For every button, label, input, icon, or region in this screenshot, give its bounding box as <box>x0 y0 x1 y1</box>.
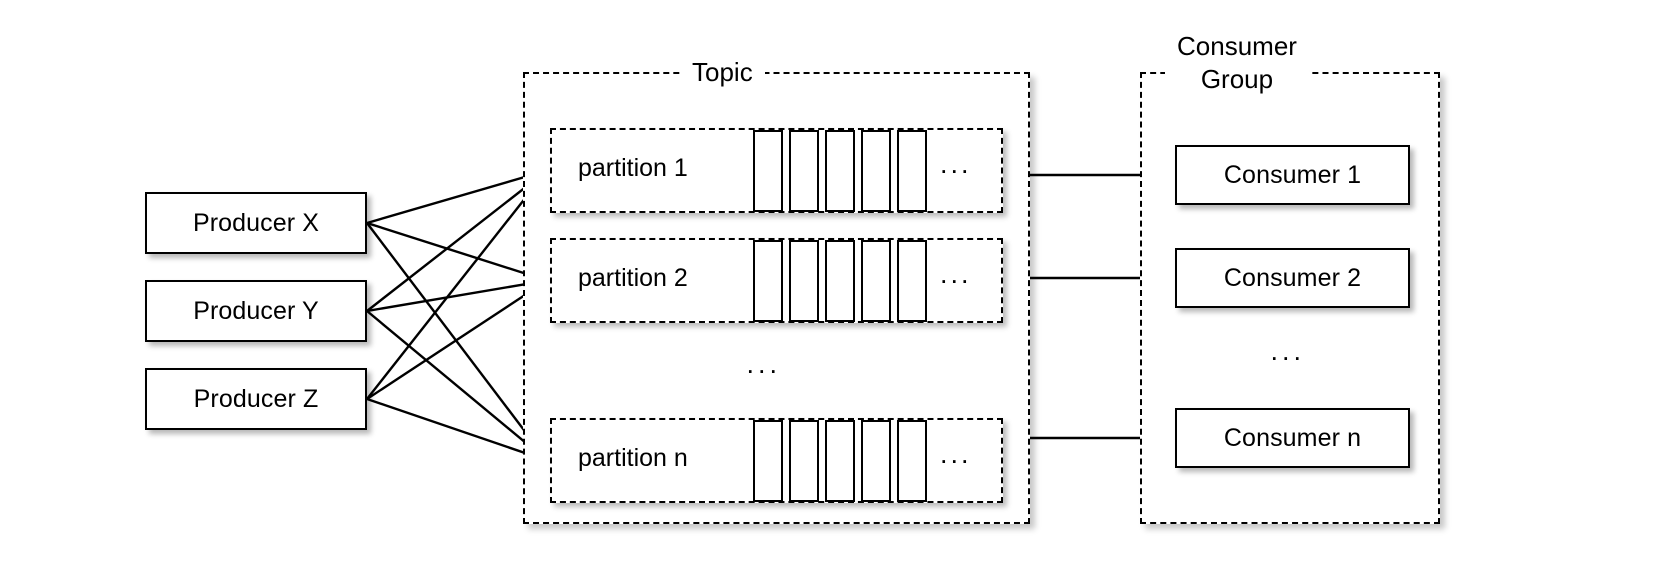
producer-to-partition-arrow <box>366 310 548 462</box>
consumer-box[interactable]: Consumer 1 <box>1175 145 1410 205</box>
partition-label: partition 2 <box>578 263 688 292</box>
producer-to-partition-arrow <box>366 222 548 462</box>
message-cell <box>897 130 927 212</box>
producer-to-partition-arrow <box>366 221 548 282</box>
producer-label: Producer Z <box>193 384 319 413</box>
consumer-label: Consumer 2 <box>1223 263 1362 292</box>
consumer-box[interactable]: Consumer 2 <box>1175 248 1410 308</box>
producer-to-partition-arrow <box>366 169 548 312</box>
message-cell <box>753 130 783 212</box>
producer-label: Producer X <box>192 208 320 237</box>
message-strip <box>753 240 927 322</box>
message-strip <box>753 130 927 212</box>
message-cell <box>789 130 819 212</box>
message-cell <box>753 420 783 502</box>
producer-box[interactable]: Producer X <box>145 192 367 254</box>
consumer-box[interactable]: Consumer n <box>1175 408 1410 468</box>
message-cell <box>789 240 819 322</box>
message-cell <box>861 130 891 212</box>
producer-to-partition-arrow <box>366 397 548 462</box>
producer-to-partition-arrow <box>366 168 548 225</box>
partition-label: partition 1 <box>578 153 688 182</box>
message-ellipsis: ... <box>940 148 972 179</box>
message-ellipsis: ... <box>940 258 972 289</box>
message-cell <box>861 420 891 502</box>
message-cell <box>861 240 891 322</box>
message-cell <box>825 240 855 322</box>
message-cell <box>753 240 783 322</box>
message-cell <box>789 420 819 502</box>
message-cell <box>825 130 855 212</box>
consumer-ellipsis: ... <box>1270 336 1306 366</box>
producer-box[interactable]: Producer Y <box>145 280 367 342</box>
topic-label: Topic <box>680 56 765 89</box>
message-ellipsis: ... <box>940 438 972 469</box>
consumer-label: Consumer n <box>1223 423 1362 452</box>
message-cell <box>825 420 855 502</box>
diagram-canvas: Producer X Producer Y Producer Z Topic par… <box>0 0 1662 586</box>
producer-box[interactable]: Producer Z <box>145 368 367 430</box>
producer-label: Producer Y <box>193 296 319 325</box>
producer-to-partition-arrows <box>366 168 548 462</box>
producer-to-partition-arrow <box>366 279 548 401</box>
consumer-group-label: Consumer Group <box>1165 30 1309 96</box>
partition-label: partition n <box>578 443 688 472</box>
producer-to-partition-arrow <box>366 169 548 400</box>
producer-to-partition-arrow <box>366 277 548 313</box>
consumer-label: Consumer 1 <box>1223 160 1362 189</box>
message-cell <box>897 240 927 322</box>
partition-ellipsis: ... <box>746 348 782 379</box>
message-strip <box>753 420 927 502</box>
message-cell <box>897 420 927 502</box>
